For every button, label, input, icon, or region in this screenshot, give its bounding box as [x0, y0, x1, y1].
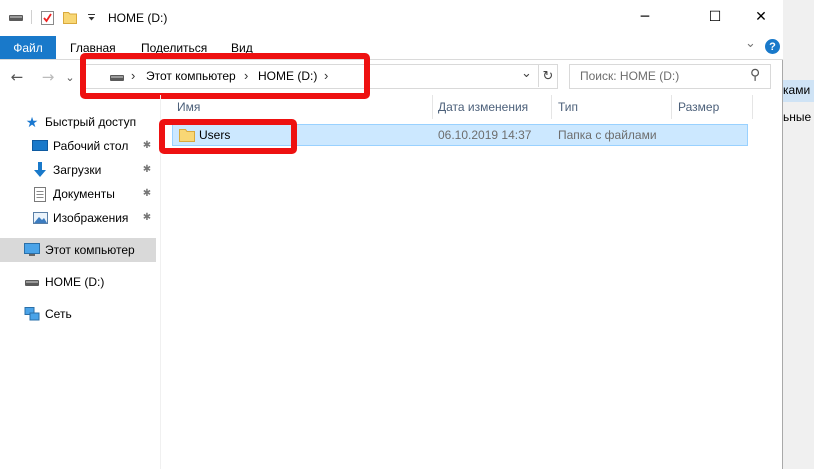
sidebar-item-label: Документы [53, 187, 115, 201]
star-icon: ★ [25, 113, 39, 130]
column-header-name[interactable]: Имя [171, 95, 432, 119]
sidebar-item-label: HOME (D:) [45, 275, 105, 289]
customize-toolbar-icon[interactable] [83, 9, 99, 25]
minimize-button[interactable]: ─ [622, 0, 668, 34]
column-header-modified[interactable]: Дата изменения [432, 95, 551, 119]
file-type: Папка с файлами [558, 128, 657, 142]
title-separator [31, 10, 32, 24]
refresh-button[interactable]: ↻ [538, 65, 557, 87]
expand-ribbon-icon[interactable]: ⌄ [745, 36, 756, 51]
sidebar-item-label: Загрузки [53, 163, 102, 177]
sidebar-item-documents[interactable]: Документы ✱ [0, 183, 156, 205]
annotation-address-highlight [80, 53, 370, 99]
background-window: ками ьные [783, 0, 814, 469]
close-button[interactable]: ✕ [738, 0, 784, 34]
sidebar-item-this-pc[interactable]: Этот компьютер [0, 238, 156, 262]
sidebar-item-downloads[interactable]: Загрузки ✱ [0, 159, 156, 181]
drive-icon [24, 274, 40, 290]
recent-locations-button[interactable]: ⌄ [63, 66, 77, 88]
sidebar-item-label: Сеть [45, 307, 72, 321]
network-icon [24, 306, 40, 322]
sidebar-item-label: Этот компьютер [45, 243, 135, 257]
window-border [782, 0, 783, 469]
pin-icon[interactable]: ✱ [141, 139, 153, 151]
background-window-label-2: ьные [783, 110, 812, 124]
forward-button[interactable]: → [37, 66, 59, 88]
sidebar-item-home-drive[interactable]: HOME (D:) [0, 271, 156, 293]
download-arrow-icon [32, 162, 48, 178]
pin-icon[interactable]: ✱ [141, 187, 153, 199]
background-window-label-1: ками [783, 83, 811, 97]
new-folder-icon[interactable] [62, 9, 78, 25]
properties-icon[interactable] [39, 9, 55, 25]
search-icon[interactable]: ⚲ [750, 67, 760, 83]
column-separator[interactable] [752, 95, 753, 119]
sidebar-item-pictures[interactable]: Изображения ✱ [0, 207, 156, 229]
pin-icon[interactable]: ✱ [141, 211, 153, 223]
desktop-icon [32, 138, 48, 154]
annotation-folder-highlight [159, 119, 297, 154]
sidebar-item-quick-access[interactable]: ★ Быстрый доступ [0, 111, 156, 133]
help-icon[interactable]: ? [765, 39, 780, 54]
column-header-size[interactable]: Размер [672, 95, 752, 119]
maximize-button[interactable]: ☐ [692, 0, 738, 34]
tab-file[interactable]: Файл [0, 36, 56, 59]
address-dropdown-icon[interactable]: ⌄ [521, 66, 532, 81]
window-title: HOME (D:) [108, 11, 168, 25]
search-input[interactable]: Поиск: HOME (D:) ⚲ [569, 64, 771, 89]
pictures-icon [32, 210, 48, 226]
document-icon [32, 186, 48, 202]
search-placeholder: Поиск: HOME (D:) [580, 69, 680, 83]
sidebar-item-label: Быстрый доступ [45, 115, 137, 129]
computer-icon [24, 242, 40, 258]
file-modified: 06.10.2019 14:37 [438, 128, 532, 142]
sidebar-item-label: Рабочий стол [53, 139, 129, 153]
column-header-type[interactable]: Тип [552, 95, 671, 119]
back-button[interactable]: ← [6, 66, 28, 88]
drive-icon [8, 9, 24, 25]
pin-icon[interactable]: ✱ [141, 163, 153, 175]
sidebar-item-desktop[interactable]: Рабочий стол ✱ [0, 135, 156, 157]
sidebar-item-label: Изображения [53, 211, 129, 225]
sidebar-item-network[interactable]: Сеть [0, 303, 156, 325]
